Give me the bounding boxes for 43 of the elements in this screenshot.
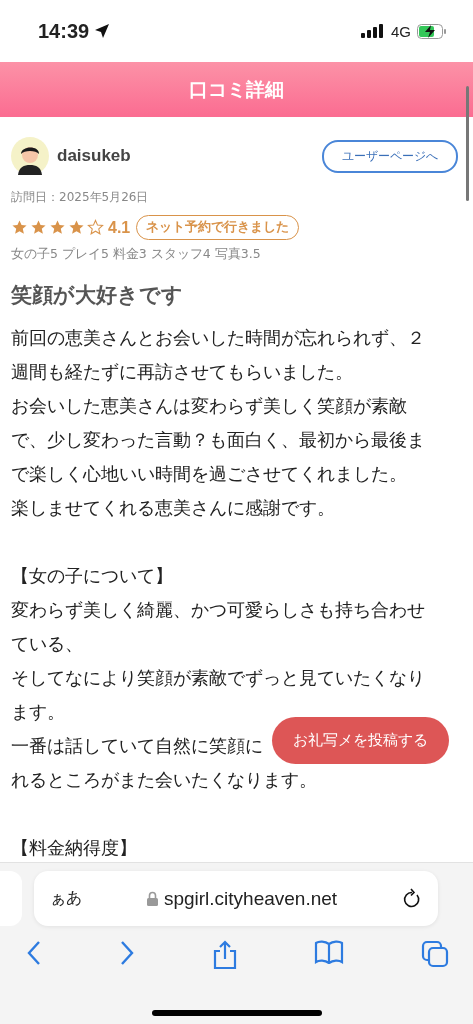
star-icon <box>49 219 66 236</box>
battery-charging-icon <box>417 23 447 39</box>
review-text-line: 変わらず美しく綺麗、かつ可愛らしさも持ち合わせ <box>11 599 425 622</box>
lock-icon <box>146 891 158 906</box>
tabs-icon[interactable] <box>421 940 449 968</box>
review-text-line: れるところがまた会いたくなります。 <box>11 769 317 792</box>
location-arrow-icon <box>94 23 111 39</box>
rating-score: 4.1 <box>108 218 131 237</box>
username: daisukeb <box>57 146 131 166</box>
star-icon <box>30 219 47 236</box>
network-label: 4G <box>391 22 411 40</box>
address-bar[interactable]: ぁあ spgirl.cityheaven.net <box>34 871 438 926</box>
review-text-line: ている、 <box>11 633 83 656</box>
review-text-line: お会いした恵美さんは変わらず美しく笑顔が素敵 <box>11 395 407 418</box>
url-text: spgirl.cityheaven.net <box>163 887 338 910</box>
user-page-button[interactable]: ユーザーページへ <box>322 139 458 173</box>
clock-time: 14:39 <box>38 19 90 43</box>
review-title: 笑顔が大好きです <box>11 282 184 309</box>
sub-ratings: 女の子5 プレイ5 料金3 スタッフ4 写真3.5 <box>11 246 262 263</box>
text-size-button[interactable]: ぁあ <box>50 888 82 909</box>
star-icon <box>68 219 85 236</box>
review-text-line: そしてなにより笑顔が素敵でずっと見ていたくなり <box>11 667 425 690</box>
page-title: 口コミ詳細 <box>189 76 284 102</box>
empty-star-icon <box>87 219 104 236</box>
back-icon[interactable] <box>26 940 42 966</box>
share-icon[interactable] <box>211 940 238 970</box>
review-text-line: 一番は話していて自然に笑顔に <box>11 735 263 758</box>
review-text-line: 前回の恵美さんとお会いした時間が忘れられず、２ <box>11 327 425 350</box>
post-photo-button[interactable]: お礼写メを投稿する <box>272 717 449 764</box>
review-text-line: ます。 <box>11 701 65 724</box>
visit-date: 訪問日：2025年5月26日 <box>11 189 150 206</box>
reload-icon[interactable] <box>402 887 422 910</box>
review-text-line: で楽しく心地いい時間を過ごさせてくれました。 <box>11 463 407 486</box>
review-text-line: 【女の子について】 <box>11 565 173 588</box>
star-icon <box>11 219 28 236</box>
review-text-line: 楽しませてくれる恵美さんに感謝です。 <box>11 497 335 520</box>
signal-icon <box>361 24 385 38</box>
review-text-line: 【料金納得度】 <box>11 837 137 860</box>
forward-icon[interactable] <box>118 940 135 966</box>
book-icon[interactable] <box>314 940 345 964</box>
review-text-line: 週間も経たずに再訪させてもらいました。 <box>11 361 353 384</box>
avatar-icon <box>11 137 49 175</box>
review-text-line: で、少し変わった言動？も面白く、最初から最後ま <box>11 429 425 452</box>
